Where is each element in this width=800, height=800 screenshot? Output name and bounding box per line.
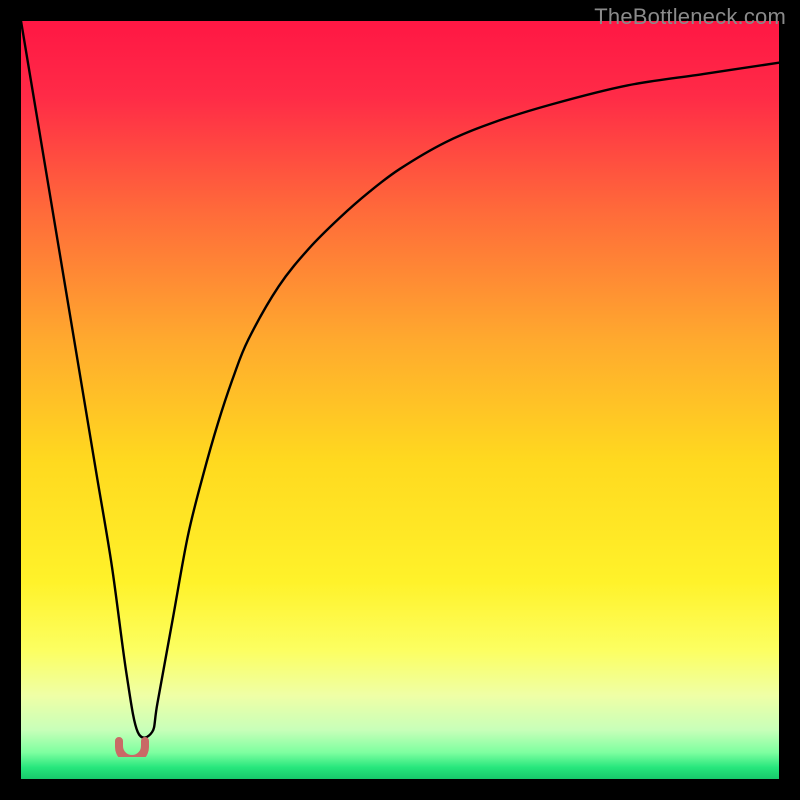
watermark-text: TheBottleneck.com xyxy=(594,4,786,30)
optimal-marker xyxy=(115,737,149,757)
bottleneck-curve xyxy=(21,21,779,779)
chart-area xyxy=(21,21,779,779)
